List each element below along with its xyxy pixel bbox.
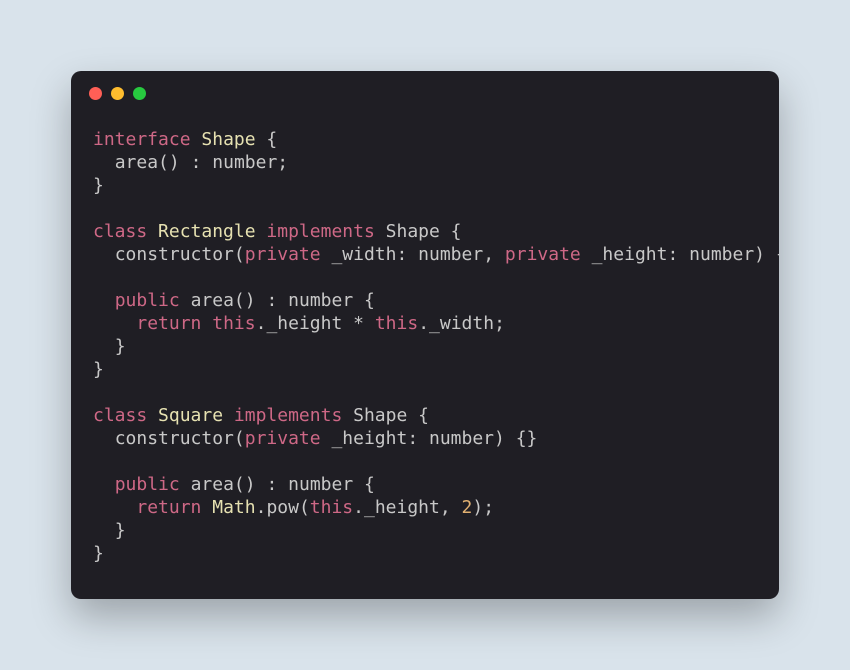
type-shape: Shape — [201, 129, 255, 150]
type-shape-ref: Shape — [386, 221, 440, 242]
punct: ) — [472, 497, 483, 518]
method-constructor: constructor — [115, 428, 234, 449]
punct: ) — [169, 152, 180, 173]
punct: { — [364, 290, 375, 311]
punct: ( — [234, 474, 245, 495]
code-block: interface Shape { area() : number; } cla… — [71, 100, 779, 600]
punct: } — [115, 336, 126, 357]
type-number: number — [288, 474, 353, 495]
keyword-public: public — [115, 474, 180, 495]
keyword-this: this — [212, 313, 255, 334]
punct: ; — [483, 497, 494, 518]
method-area: area — [191, 290, 234, 311]
keyword-private: private — [245, 244, 321, 265]
maximize-icon[interactable] — [133, 87, 146, 100]
punct: } — [93, 359, 104, 380]
punct: } — [93, 543, 104, 564]
param-height: _height — [592, 244, 668, 265]
punct: : — [266, 290, 277, 311]
keyword-return: return — [136, 497, 201, 518]
number-literal: 2 — [462, 497, 473, 518]
method-constructor: constructor — [115, 244, 234, 265]
type-number: number — [212, 152, 277, 173]
keyword-class: class — [93, 405, 147, 426]
method-pow: pow — [266, 497, 299, 518]
punct: . — [256, 497, 267, 518]
punct: {} — [516, 428, 538, 449]
punct: { — [451, 221, 462, 242]
code-window: interface Shape { area() : number; } cla… — [71, 71, 779, 600]
prop-height: _height — [364, 497, 440, 518]
punct: , — [440, 497, 451, 518]
punct: . — [353, 497, 364, 518]
param-width: _width — [331, 244, 396, 265]
param-height: _height — [331, 428, 407, 449]
type-number: number — [689, 244, 754, 265]
punct: ( — [234, 290, 245, 311]
keyword-public: public — [115, 290, 180, 311]
punct: : — [667, 244, 678, 265]
punct: ( — [234, 244, 245, 265]
keyword-private: private — [245, 428, 321, 449]
punct: , — [483, 244, 494, 265]
type-number: number — [418, 244, 483, 265]
punct: ) — [494, 428, 505, 449]
punct: ( — [234, 428, 245, 449]
punct: } — [93, 175, 104, 196]
prop-width: _width — [429, 313, 494, 334]
minimize-icon[interactable] — [111, 87, 124, 100]
keyword-implements: implements — [266, 221, 374, 242]
prop-height: _height — [266, 313, 342, 334]
type-rectangle: Rectangle — [158, 221, 256, 242]
punct: : — [407, 428, 418, 449]
punct: : — [266, 474, 277, 495]
type-number: number — [288, 290, 353, 311]
punct: . — [418, 313, 429, 334]
type-shape-ref: Shape — [353, 405, 407, 426]
punct: { — [266, 129, 277, 150]
punct: ; — [494, 313, 505, 334]
punct: ( — [158, 152, 169, 173]
operator-star: * — [353, 313, 364, 334]
close-icon[interactable] — [89, 87, 102, 100]
keyword-return: return — [136, 313, 201, 334]
punct: { — [418, 405, 429, 426]
keyword-implements: implements — [234, 405, 342, 426]
keyword-this: this — [310, 497, 353, 518]
type-square: Square — [158, 405, 223, 426]
punct: ) — [754, 244, 765, 265]
punct: ) — [245, 474, 256, 495]
type-math: Math — [212, 497, 255, 518]
method-area: area — [191, 474, 234, 495]
punct: {} — [776, 244, 779, 265]
punct: } — [115, 520, 126, 541]
punct: { — [364, 474, 375, 495]
window-titlebar — [71, 71, 779, 100]
keyword-class: class — [93, 221, 147, 242]
punct: . — [256, 313, 267, 334]
punct: ( — [299, 497, 310, 518]
punct: : — [191, 152, 202, 173]
punct: : — [396, 244, 407, 265]
keyword-interface: interface — [93, 129, 191, 150]
method-area: area — [115, 152, 158, 173]
keyword-this: this — [375, 313, 418, 334]
type-number: number — [429, 428, 494, 449]
keyword-private: private — [505, 244, 581, 265]
punct: ) — [245, 290, 256, 311]
punct: ; — [277, 152, 288, 173]
